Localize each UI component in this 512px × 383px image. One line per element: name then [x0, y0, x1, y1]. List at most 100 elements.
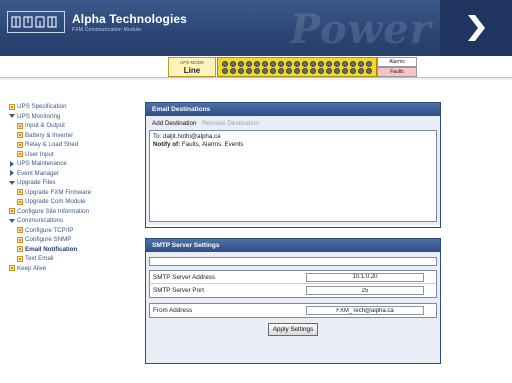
- smtp-settings-panel: SMTP Server Settings SMTP Server Address…: [145, 238, 441, 364]
- status-led-icon: [286, 67, 292, 74]
- sidebar-item-upgrade-com-module[interactable]: Upgrade Com Module: [8, 197, 136, 207]
- status-led-bar: [217, 57, 377, 77]
- spacer-row: [149, 257, 437, 266]
- status-led-icon: [310, 60, 316, 67]
- sidebar-item-upgrade-files[interactable]: Upgrade Files: [8, 178, 136, 188]
- page-icon: [8, 208, 15, 215]
- status-led-icon: [318, 60, 324, 67]
- page-icon: [16, 198, 23, 205]
- status-led-icon: [270, 67, 276, 74]
- sidebar-item-ups-monitoring[interactable]: UPS Monitoring: [8, 112, 136, 122]
- sidebar-item-label: Upgrade Files: [17, 179, 56, 187]
- apply-wrap: Apply Settings: [149, 323, 437, 336]
- sidebar-item-ups-specification[interactable]: UPS Specification: [8, 102, 136, 112]
- sidebar-item-label: User Input: [25, 150, 54, 158]
- sidebar-item-event-manager[interactable]: Event Manager: [8, 169, 136, 179]
- add-destination-button[interactable]: Add Destination: [152, 120, 196, 127]
- sidebar-item-label: UPS Specification: [17, 103, 67, 111]
- notify-prefix: Notify of:: [153, 141, 181, 148]
- brand-name: Alpha Technologies: [72, 12, 187, 26]
- from-address-label: From Address: [153, 307, 193, 314]
- alpha-logo-icon: [7, 11, 65, 33]
- to-address: daljit.hothi@alpha.ca: [163, 133, 221, 140]
- sidebar-item-user-input[interactable]: User Input: [8, 150, 136, 160]
- smtp-server-port-input[interactable]: [306, 286, 424, 295]
- power-watermark: Power: [290, 6, 432, 53]
- status-led-icon: [270, 60, 276, 67]
- status-led-icon: [358, 60, 364, 67]
- sidebar-item-email-notification[interactable]: Email Notification: [8, 245, 136, 255]
- brand-subtitle: FXM Communication Module: [72, 27, 142, 33]
- from-address-input[interactable]: [306, 306, 424, 315]
- sidebar-item-upgrade-fxm-firmware[interactable]: Upgrade FXM Firmware: [8, 188, 136, 198]
- status-led-icon: [238, 67, 244, 74]
- smtp-server-table: SMTP Server Address SMTP Server Port: [149, 270, 437, 298]
- page-icon: [16, 236, 23, 243]
- status-led-icon: [222, 67, 228, 74]
- sidebar-item-label: Configure TCP/IP: [25, 226, 74, 234]
- sidebar-item-label: UPS Monitoring: [17, 112, 61, 120]
- sidebar-item-label: Input & Output: [25, 122, 65, 130]
- sidebar-item-label: Configure SNMP: [25, 236, 72, 244]
- smtp-server-address-label: SMTP Server Address: [153, 273, 216, 281]
- email-destination-list[interactable]: To: daljit.hothi@alpha.ca Notify of: Fau…: [149, 130, 437, 222]
- sidebar-item-configure-tcp-ip[interactable]: Configure TCP/IP: [8, 226, 136, 236]
- led-row: [222, 67, 376, 74]
- strip-divider: [0, 78, 512, 80]
- sidebar-item-ups-maintenance[interactable]: UPS Maintenance: [8, 159, 136, 169]
- expand-right-icon: [8, 160, 15, 167]
- status-led-icon: [278, 60, 284, 67]
- sidebar-item-label: Battery & Inverter: [25, 131, 74, 139]
- sidebar-item-label: UPS Maintenance: [17, 160, 67, 168]
- status-led-icon: [318, 67, 324, 74]
- alarms-indicator[interactable]: Alarms: [377, 57, 417, 67]
- smtp-server-port-label: SMTP Server Port: [153, 287, 204, 294]
- sidebar-item-relay-load-shed[interactable]: Relay & Load Shed: [8, 140, 136, 150]
- sidebar-item-communications[interactable]: Communications: [8, 216, 136, 226]
- sidebar-item-label: Configure Site Information: [17, 207, 89, 215]
- status-led-icon: [286, 60, 292, 67]
- page-icon: [16, 132, 23, 139]
- sidebar-item-label: Relay & Load Shed: [25, 141, 79, 149]
- smtp-server-port-row: SMTP Server Port: [150, 284, 436, 297]
- sidebar-item-text-email[interactable]: Text Email: [8, 254, 136, 264]
- status-led-icon: [222, 60, 228, 67]
- destination-to-line[interactable]: To: daljit.hothi@alpha.ca: [153, 133, 433, 141]
- status-led-icon: [246, 67, 252, 74]
- status-led-icon: [262, 67, 268, 74]
- sidebar-item-configure-site-information[interactable]: Configure Site Information: [8, 207, 136, 217]
- status-led-icon: [302, 60, 308, 67]
- app-header: Alpha Technologies FXM Communication Mod…: [0, 0, 512, 56]
- sidebar-item-label: Upgrade Com Module: [25, 198, 86, 206]
- status-led-icon: [294, 60, 300, 67]
- page-icon: [16, 122, 23, 129]
- sidebar-item-keep-alive[interactable]: Keep Alive: [8, 264, 136, 274]
- to-prefix: To:: [153, 133, 162, 140]
- page-icon: [16, 151, 23, 158]
- chevron-right-icon: [468, 15, 485, 41]
- page-icon: [16, 255, 23, 262]
- status-led-icon: [366, 60, 372, 67]
- status-led-icon: [334, 60, 340, 67]
- smtp-settings-body: SMTP Server Address SMTP Server Port Fro…: [146, 252, 440, 363]
- page-icon: [8, 103, 15, 110]
- email-toolbar: Add Destination Remove Destination: [149, 119, 437, 129]
- sidebar-item-battery-inverter[interactable]: Battery & Inverter: [8, 131, 136, 141]
- sidebar-item-input-output[interactable]: Input & Output: [8, 121, 136, 131]
- status-led-icon: [366, 67, 372, 74]
- smtp-server-address-input[interactable]: [306, 272, 424, 282]
- status-led-icon: [294, 67, 300, 74]
- apply-settings-button[interactable]: Apply Settings: [267, 323, 319, 336]
- sidebar-item-label: Keep Alive: [17, 264, 47, 272]
- ups-mode-label: UPS MODE: [179, 60, 204, 65]
- status-led-icon: [262, 60, 268, 67]
- sidebar-item-label: Text Email: [25, 255, 54, 263]
- status-led-icon: [358, 67, 364, 74]
- faults-indicator[interactable]: Faults: [377, 67, 417, 77]
- expand-right-icon: [8, 170, 15, 177]
- status-led-icon: [334, 67, 340, 74]
- smtp-server-address-row: SMTP Server Address: [150, 271, 436, 284]
- page-icon: [16, 227, 23, 234]
- sidebar-item-configure-snmp[interactable]: Configure SNMP: [8, 235, 136, 245]
- remove-destination-button[interactable]: Remove Destination: [202, 120, 259, 127]
